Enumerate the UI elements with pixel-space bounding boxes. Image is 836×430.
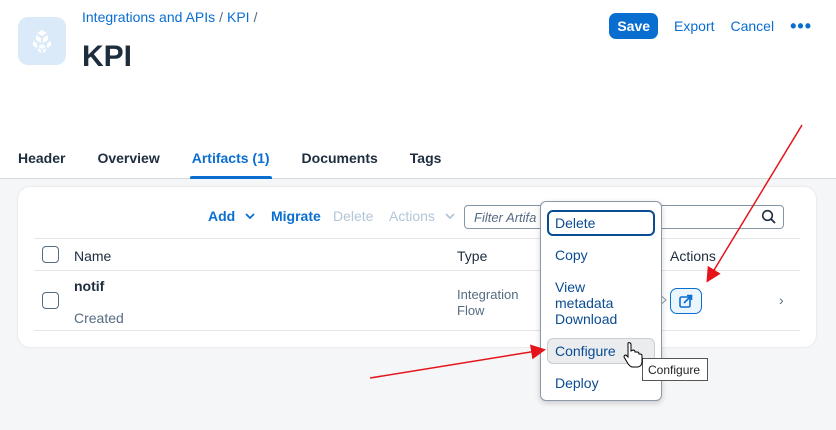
actions-button: Actions (389, 208, 456, 224)
object-page-header: Integrations and APIs / KPI / KPI Save E… (0, 0, 836, 179)
column-name: Name (74, 248, 112, 264)
search-icon[interactable] (761, 209, 777, 225)
menu-item-view-metadata[interactable]: View metadata (547, 274, 655, 311)
more-options-icon[interactable]: ••• (790, 16, 812, 37)
menu-item-delete[interactable]: Delete (547, 210, 655, 236)
tab-artifacts[interactable]: Artifacts (1) (189, 150, 272, 179)
tab-bar: Header Overview Artifacts (1) Documents … (18, 150, 441, 179)
table-toolbar: Add Migrate Delete Actions Filter Artifa (18, 205, 816, 229)
tab-overview[interactable]: Overview (97, 150, 159, 179)
chevron-right-icon[interactable]: › (779, 292, 784, 308)
table-column-header: Name Type Actions (34, 238, 800, 271)
actions-label: Actions (389, 208, 435, 224)
chevron-down-icon (245, 213, 255, 220)
tab-documents[interactable]: Documents (302, 150, 378, 179)
artifact-status: Created (74, 310, 124, 326)
menu-item-configure[interactable]: Configure (547, 338, 655, 364)
package-icon (18, 17, 66, 65)
artifact-type-line1: Integration (457, 287, 519, 302)
tooltip: Configure (642, 358, 708, 381)
menu-item-deploy[interactable]: Deploy (547, 370, 655, 396)
breadcrumb-separator: / (253, 9, 258, 25)
tab-tags[interactable]: Tags (410, 150, 442, 179)
header-toolbar: Save Export Cancel ••• (609, 13, 812, 39)
add-label: Add (208, 208, 236, 224)
add-button[interactable]: Add (208, 208, 256, 224)
export-button[interactable]: Export (674, 13, 714, 39)
delete-button: Delete (333, 208, 374, 224)
row-actions-button[interactable] (670, 288, 702, 314)
row-checkbox[interactable] (42, 292, 59, 309)
search-placeholder: Filter Artifa (474, 210, 537, 225)
breadcrumb: Integrations and APIs / KPI / (82, 9, 257, 25)
migrate-button[interactable]: Migrate (271, 208, 321, 224)
breadcrumb-separator: / (219, 9, 223, 25)
column-type: Type (457, 248, 488, 264)
cancel-button[interactable]: Cancel (731, 13, 775, 39)
breadcrumb-link-integrations[interactable]: Integrations and APIs (82, 9, 215, 25)
menu-item-copy[interactable]: Copy (547, 242, 655, 268)
page-title: KPI (82, 40, 133, 73)
chevron-down-icon (445, 213, 455, 220)
artifacts-table-card: Add Migrate Delete Actions Filter Artifa… (18, 187, 816, 347)
menu-item-download[interactable]: Download (547, 306, 655, 332)
save-button[interactable]: Save (609, 13, 659, 39)
tab-header[interactable]: Header (18, 150, 65, 179)
select-all-checkbox[interactable] (42, 246, 59, 263)
annotation-arrow-to-configure (369, 344, 546, 379)
column-actions: Actions (670, 248, 716, 264)
artifact-name: notif (74, 278, 105, 294)
artifact-type-line2: Flow (457, 303, 485, 318)
share-icon (679, 294, 693, 308)
breadcrumb-link-kpi[interactable]: KPI (227, 9, 250, 25)
